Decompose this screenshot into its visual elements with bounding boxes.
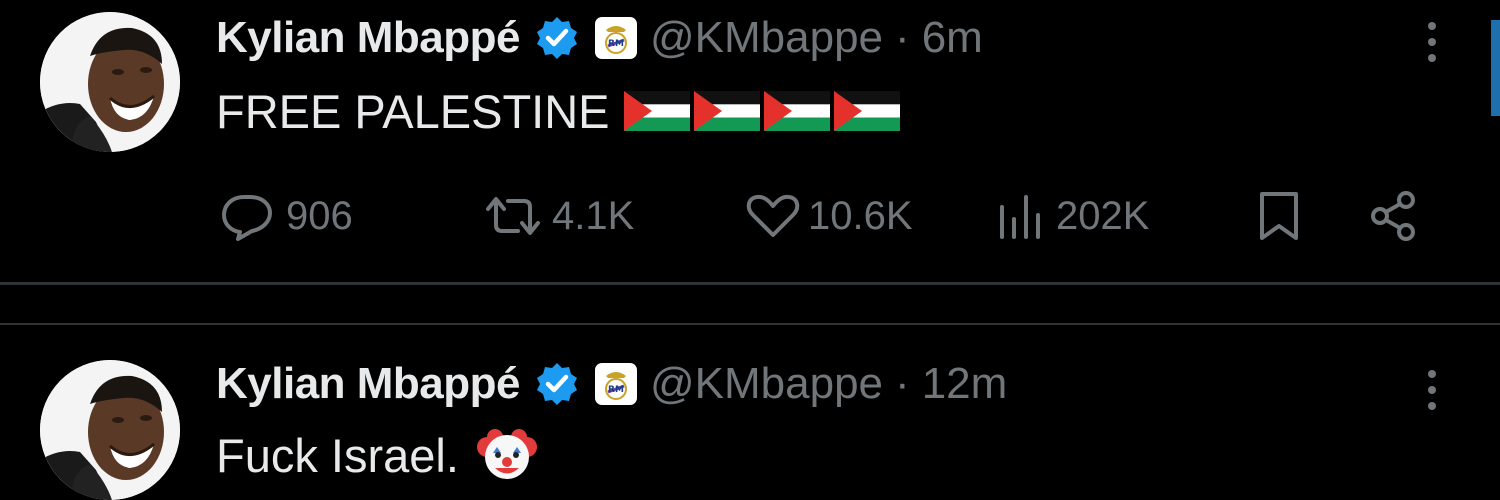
tweet-header: Kylian Mbappé RM @KMbappe · 12m (216, 356, 1007, 412)
view-count: 202K (1056, 193, 1150, 238)
reply-button[interactable]: 906 (218, 186, 353, 246)
verified-badge-icon[interactable] (534, 361, 580, 407)
clown-face-emoji (476, 429, 537, 479)
avatar[interactable] (40, 360, 180, 500)
reply-count: 906 (286, 193, 353, 238)
handle[interactable]: @KMbappe (650, 13, 883, 63)
display-name[interactable]: Kylian Mbappé (216, 13, 521, 63)
real-madrid-crest-icon[interactable]: RM (594, 16, 638, 60)
tweet-divider (0, 323, 1500, 325)
separator: · (895, 359, 910, 408)
share-icon (1371, 191, 1415, 241)
heart-icon (746, 194, 800, 237)
verified-badge-icon[interactable] (534, 15, 580, 61)
tweet-header: Kylian Mbappé RM @KMbappe · 6m (216, 10, 983, 66)
retweet-button[interactable]: 4.1K (480, 186, 634, 246)
svg-text:RM: RM (608, 39, 624, 49)
retweet-icon (486, 197, 540, 235)
flag-emoji-group (623, 91, 904, 131)
svg-text:RM: RM (608, 385, 624, 395)
separator: · (895, 13, 910, 62)
like-button[interactable]: 10.6K (744, 186, 913, 246)
analytics-icon (1000, 195, 1040, 239)
avatar-photo (40, 360, 180, 500)
tweet-text-row: Fuck Israel. (216, 424, 537, 486)
tweet-text-row: FREE PALESTINE (216, 80, 904, 142)
real-madrid-crest-icon[interactable]: RM (594, 362, 638, 406)
share-button[interactable] (1366, 186, 1428, 246)
bookmark-button[interactable] (1254, 186, 1310, 246)
palestine-flag-emoji (623, 91, 690, 131)
handle[interactable]: @KMbappe (650, 359, 883, 409)
tweet-text: FREE PALESTINE (216, 84, 610, 138)
like-count: 10.6K (808, 193, 913, 238)
palestine-flag-emoji (693, 91, 760, 131)
tweet-divider (0, 282, 1500, 285)
retweet-count: 4.1K (552, 193, 635, 238)
tweet[interactable]: Kylian Mbappé RM @KMbappe · 12m Fuck Isr… (0, 326, 1500, 500)
views-button[interactable]: 202K (994, 186, 1149, 246)
avatar[interactable] (40, 12, 180, 152)
more-options-icon[interactable] (1424, 18, 1440, 66)
reply-icon (222, 195, 272, 241)
avatar-photo (40, 12, 180, 152)
timestamp[interactable]: 6m (922, 13, 983, 63)
more-options-icon[interactable] (1424, 366, 1440, 414)
tweet[interactable]: Kylian Mbappé RM @KMbappe · 6m FREE PALE… (0, 0, 1500, 282)
tweet-text: Fuck Israel. (216, 428, 459, 482)
timestamp[interactable]: 12m (922, 359, 1008, 409)
palestine-flag-emoji (833, 91, 900, 131)
display-name[interactable]: Kylian Mbappé (216, 359, 521, 409)
palestine-flag-emoji (763, 91, 830, 131)
bookmark-icon (1260, 192, 1298, 240)
